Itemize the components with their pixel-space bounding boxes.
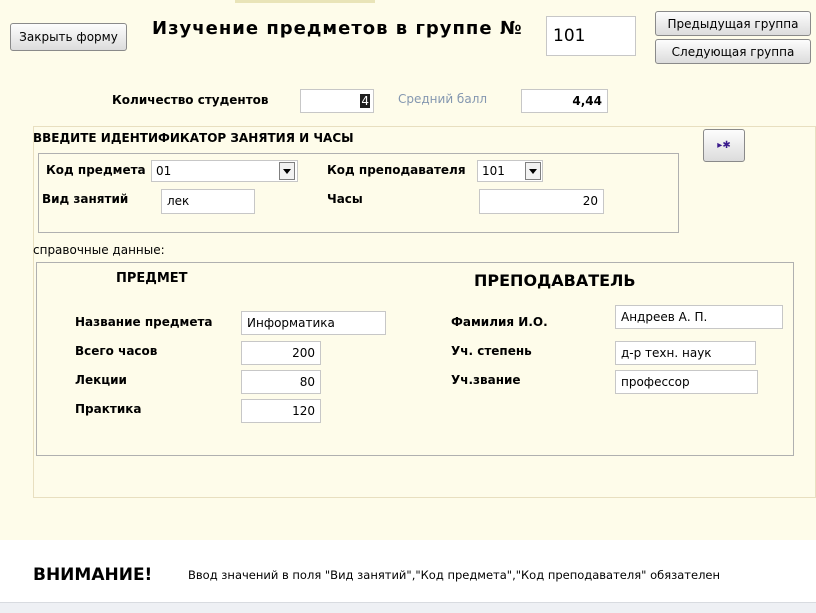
- subject-header: ПРЕДМЕТ: [116, 271, 188, 286]
- degree-field[interactable]: д-р техн. наук: [615, 341, 756, 365]
- students-count-value: 4: [360, 94, 370, 108]
- reference-caption: справочные данные:: [33, 243, 165, 257]
- prev-group-button[interactable]: Предыдущая группа: [655, 11, 811, 36]
- subject-code-label: Код предмета: [46, 163, 146, 177]
- teacher-header: ПРЕПОДАВАТЕЛЬ: [474, 271, 636, 290]
- practice-field[interactable]: 120: [241, 399, 321, 423]
- teacher-code-dropdown-button[interactable]: [525, 162, 541, 180]
- teacher-code-value: 101: [482, 164, 505, 178]
- students-count-field[interactable]: 4: [300, 89, 374, 113]
- students-count-label: Количество студентов: [112, 93, 269, 107]
- group-number-field[interactable]: 101: [546, 16, 636, 56]
- total-hours-field[interactable]: 200: [241, 341, 321, 365]
- lectures-field[interactable]: 80: [241, 370, 321, 394]
- lesson-type-field[interactable]: лек: [161, 189, 255, 214]
- teacher-name-field[interactable]: Андреев А. П.: [615, 305, 783, 329]
- hours-label: Часы: [327, 192, 363, 206]
- lesson-section-title: ВВЕДИТЕ ИДЕНТИФИКАТОР ЗАНЯТИЯ И ЧАСЫ: [33, 131, 354, 145]
- subject-name-label: Название предмета: [75, 315, 213, 329]
- teacher-code-label: Код преподавателя: [327, 163, 466, 177]
- page-title: Изучение предметов в группе №: [152, 18, 523, 39]
- warning-text: Ввод значений в поля "Вид занятий","Код …: [188, 568, 721, 582]
- chevron-down-icon: [283, 168, 291, 174]
- rank-field[interactable]: профессор: [615, 370, 758, 394]
- close-form-button[interactable]: Закрыть форму: [10, 23, 127, 51]
- degree-label: Уч. степень: [451, 344, 532, 358]
- subject-name-field[interactable]: Информатика: [241, 311, 386, 335]
- teacher-name-label: Фамилия И.О.: [451, 315, 548, 329]
- rank-label: Уч.звание: [451, 373, 521, 387]
- new-record-icon: ▸✱: [717, 140, 731, 151]
- lectures-label: Лекции: [75, 373, 127, 387]
- hours-field[interactable]: 20: [479, 189, 604, 214]
- new-record-button[interactable]: ▸✱: [703, 129, 745, 162]
- subject-code-value: 01: [156, 164, 172, 178]
- next-group-button[interactable]: Следующая группа: [655, 39, 811, 64]
- total-hours-label: Всего часов: [75, 344, 158, 358]
- chevron-down-icon: [529, 168, 537, 174]
- practice-label: Практика: [75, 402, 142, 416]
- average-score-label: Средний балл: [398, 92, 488, 106]
- warning-title: ВНИМАНИЕ!: [33, 565, 153, 585]
- top-strip: [235, 0, 375, 3]
- subject-code-dropdown-button[interactable]: [279, 162, 295, 180]
- lesson-type-label: Вид занятий: [42, 192, 129, 206]
- subject-code-combo[interactable]: 01: [151, 160, 298, 182]
- status-bar: [0, 602, 816, 613]
- average-score-field[interactable]: 4,44: [521, 89, 608, 113]
